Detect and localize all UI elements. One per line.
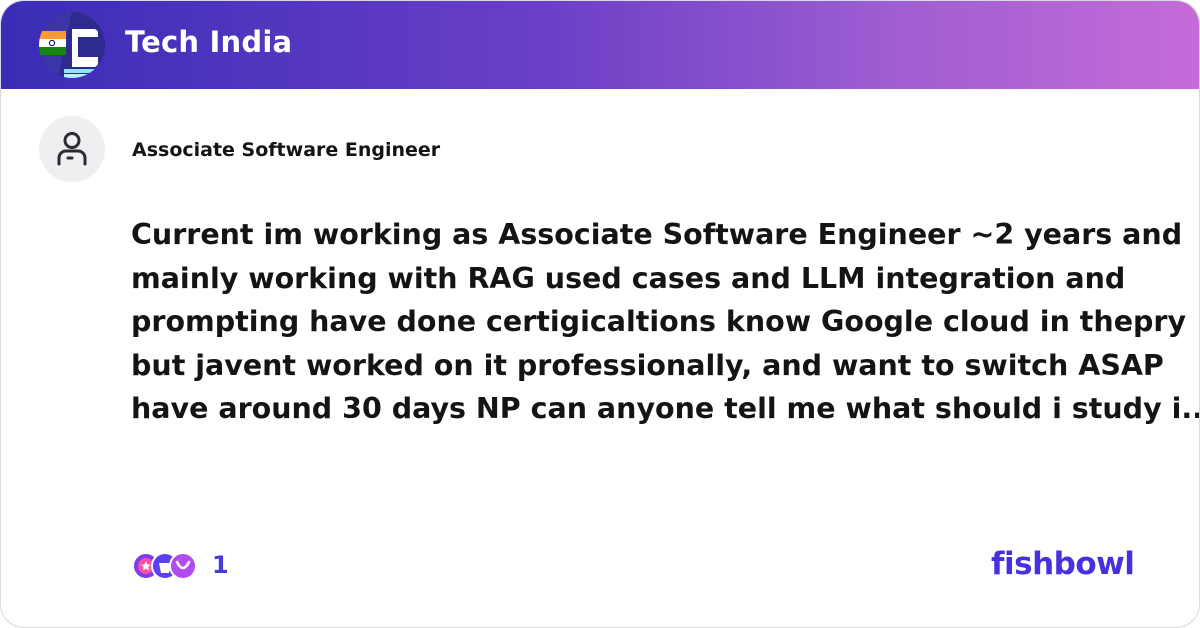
post-body[interactable]: Current im working as Associate Software… (131, 213, 1200, 431)
post-line: prompting have done certigicaltions know… (131, 305, 1187, 338)
bowl-title[interactable]: Tech India (125, 25, 292, 59)
reaction-count[interactable]: 1 (212, 551, 229, 579)
user-icon (57, 132, 87, 166)
bowl-header: Tech India (1, 1, 1199, 89)
post-line: mainly working with RAG used cases and L… (131, 261, 1126, 295)
reaction-icons[interactable] (131, 551, 199, 581)
post-line: have around 30 days NP can anyone tell m… (131, 392, 1200, 425)
post-card[interactable]: Tech India Associate Software Engineer C… (0, 0, 1200, 628)
author-avatar[interactable] (39, 116, 105, 182)
post-line: Current im working as Associate Software… (131, 218, 1183, 251)
fishbowl-logo[interactable]: fishbowl (991, 546, 1135, 582)
post-line: but javent worked on it professionally, … (131, 348, 1164, 382)
author-title: Associate Software Engineer (132, 139, 441, 161)
tech-india-logo-icon (39, 12, 105, 78)
